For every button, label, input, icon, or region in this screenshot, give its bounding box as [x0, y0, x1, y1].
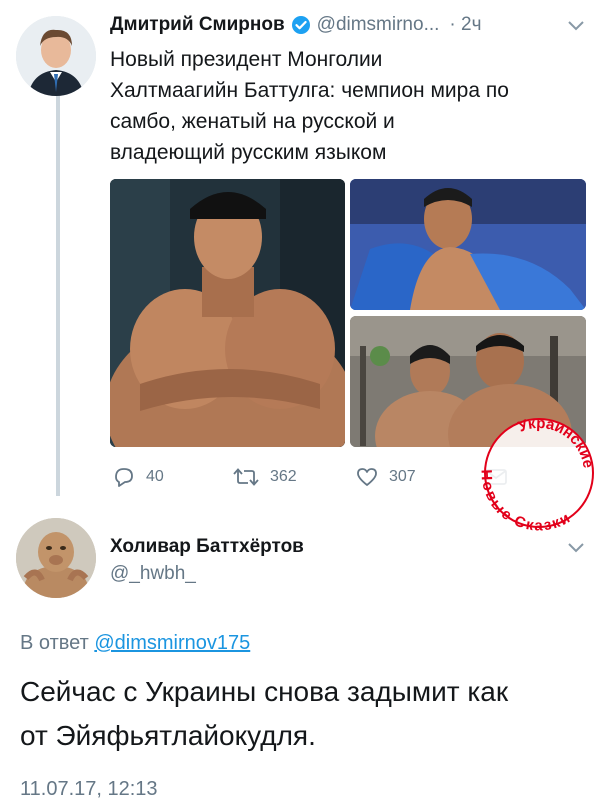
- tweet-menu-chevron-icon[interactable]: [566, 18, 586, 34]
- reply-author-handle[interactable]: @_hwbh_: [110, 563, 196, 585]
- reply-text-line: Сейчас с Украины снова задымит как: [20, 676, 509, 707]
- tweet-time[interactable]: · 2ч: [449, 14, 481, 36]
- reply-action[interactable]: 40: [112, 466, 164, 488]
- in-reply-to: В ответ @dimsmirnov175: [20, 632, 250, 655]
- reply-icon: [112, 466, 136, 488]
- like-count: 307: [389, 468, 416, 485]
- tweet-text-line: Новый президент Монголии: [110, 48, 383, 71]
- author-handle[interactable]: @dimsmirno...: [317, 14, 440, 36]
- reply-count: 40: [146, 468, 164, 485]
- tweet-photo-judo[interactable]: [350, 179, 586, 310]
- reply-text: Сейчас с Украины снова задымит как от Эй…: [20, 670, 590, 758]
- author-name[interactable]: Дмитрий Смирнов: [110, 14, 285, 36]
- heart-icon: [355, 466, 379, 488]
- reply-author-avatar[interactable]: [16, 518, 96, 598]
- tweet-text-line: Халтмаагийн Баттулга: чемпион мира по: [110, 79, 509, 102]
- thread-line: [56, 96, 60, 496]
- like-action[interactable]: 307: [355, 466, 416, 488]
- author-avatar[interactable]: [16, 16, 96, 96]
- reply-text-line: от Эйяфьятлайокудля.: [20, 720, 316, 751]
- tweet-photo-main[interactable]: [110, 179, 345, 447]
- retweet-action[interactable]: 362: [232, 466, 297, 488]
- reply-menu-chevron-icon[interactable]: [566, 540, 586, 556]
- reply-author-name[interactable]: Холивар Баттхёртов: [110, 536, 304, 558]
- reply-timestamp[interactable]: 11.07.17, 12:13: [20, 778, 158, 801]
- tweet-text-line: владеющий русским языком: [110, 141, 387, 164]
- in-reply-handle-link[interactable]: @dimsmirnov175: [94, 632, 250, 654]
- tweet-header: Дмитрий Смирнов @dimsmirno... · 2ч: [110, 10, 590, 40]
- tweet-text-line: самбо, женатый на русской и: [110, 110, 395, 133]
- watermark-stamp: Украинские Новые Сказки: [461, 399, 604, 553]
- in-reply-prefix: В ответ: [20, 632, 89, 654]
- verified-badge-icon: [291, 15, 311, 35]
- retweet-count: 362: [270, 468, 297, 485]
- tweet-text: Новый президент Монголии Халтмаагийн Бат…: [110, 44, 590, 168]
- retweet-icon: [232, 466, 260, 488]
